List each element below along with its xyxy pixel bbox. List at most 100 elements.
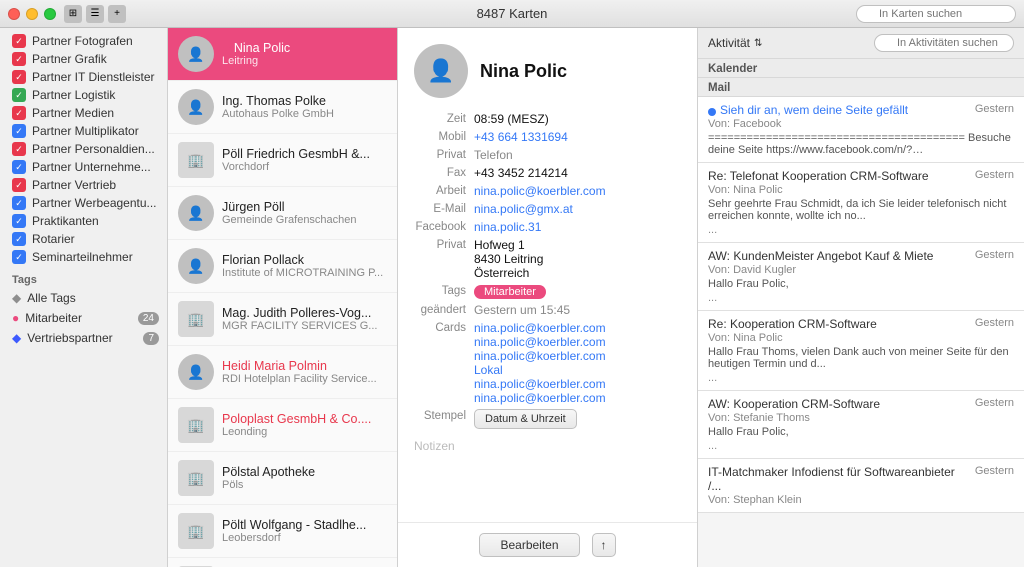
contact-item[interactable]: 🏢 Poloplast GesmbH & Co.... Leonding — [168, 399, 397, 452]
detail-row-tags: Tags Mitarbeiter — [398, 282, 697, 301]
list-icon[interactable]: ☰ — [86, 5, 104, 23]
mail-date: Gestern — [975, 103, 1014, 115]
contact-avatar: 👤 — [178, 354, 214, 390]
mail-item[interactable]: AW: KundenMeister Angebot Kauf & MieteGe… — [698, 243, 1024, 311]
card-link[interactable]: nina.polic@koerbler.com — [474, 391, 681, 405]
share-button[interactable]: ↑ — [592, 533, 616, 557]
card-link[interactable]: nina.polic@koerbler.com — [474, 349, 681, 363]
sidebar-item[interactable]: ✓ Partner Personaldien... — [0, 140, 167, 158]
card-link[interactable]: nina.polic@koerbler.com — [474, 321, 681, 335]
contact-subtitle: Leobersdorf — [222, 532, 387, 544]
tag-item[interactable]: ◆ Alle Tags — [0, 288, 167, 308]
mail-subject: AW: KundenMeister Angebot Kauf & Miete — [708, 249, 971, 263]
contact-item[interactable]: 🏢 Pöltl Wolfgang - Stadlhe... Leobersdor… — [168, 505, 397, 558]
activity-section-header: Mail — [698, 78, 1024, 97]
detail-row-stempel: Stempel Datum & Uhrzeit — [398, 407, 697, 431]
contact-list: 👤 ★Nina Polic Leitring 👤 Ing. Thomas Pol… — [168, 28, 398, 567]
contact-name: Pölstal Apotheke — [222, 465, 387, 479]
close-button[interactable] — [8, 8, 20, 20]
sort-icon[interactable]: ⇅ — [754, 38, 762, 49]
contact-item[interactable]: 👤 Heidi Maria Polmin RDI Hotelplan Facil… — [168, 346, 397, 399]
sidebar-item[interactable]: ✓ Partner IT Dienstleister — [0, 68, 167, 86]
maximize-button[interactable] — [44, 8, 56, 20]
tag-item[interactable]: ● Mitarbeiter 24 — [0, 308, 167, 328]
contact-item[interactable]: 🏢 Polytec Elastoform Gmb... Marchtrenk — [168, 558, 397, 567]
sidebar-item[interactable]: ✓ Partner Medien — [0, 104, 167, 122]
mail-date: Gestern — [975, 397, 1014, 409]
card-link[interactable]: nina.polic@koerbler.com — [474, 335, 681, 349]
card-link[interactable]: nina.polic@koerbler.com — [474, 377, 681, 391]
contact-item[interactable]: 🏢 Pöll Friedrich GesmbH &... Vorchdorf — [168, 134, 397, 187]
sidebar-item[interactable]: ✓ Partner Multiplikator — [0, 122, 167, 140]
mail-item[interactable]: Re: Telefonat Kooperation CRM-SoftwareGe… — [698, 163, 1024, 243]
checkbox-icon: ✓ — [12, 124, 26, 138]
unread-dot — [708, 108, 716, 116]
mail-preview: Hallo Frau Thoms, vielen Dank auch von m… — [708, 346, 1014, 370]
contact-item[interactable]: 🏢 Pölstal Apotheke Pöls — [168, 452, 397, 505]
contact-item[interactable]: 🏢 Mag. Judith Polleres-Vog... MGR FACILI… — [168, 293, 397, 346]
sidebar-item[interactable]: ✓ Partner Grafik — [0, 50, 167, 68]
mobil-value[interactable]: +43 664 1331694 — [474, 130, 681, 144]
mail-item[interactable]: AW: Kooperation CRM-SoftwareGesternVon: … — [698, 391, 1024, 459]
mail-subject: Re: Kooperation CRM-Software — [708, 317, 971, 331]
mail-preview: Sehr geehrte Frau Schmidt, da ich Sie le… — [708, 198, 1014, 222]
stamp-button[interactable]: Datum & Uhrzeit — [474, 409, 577, 429]
mail-item[interactable]: Re: Kooperation CRM-SoftwareGesternVon: … — [698, 311, 1024, 391]
activity-search-input[interactable] — [874, 34, 1014, 52]
mail-dots: ... — [708, 292, 1014, 304]
sidebar-item[interactable]: ✓ Partner Fotografen — [0, 32, 167, 50]
check-mark: ✓ — [15, 90, 23, 101]
mail-dots: ... — [708, 224, 1014, 236]
check-mark: ✓ — [15, 216, 23, 227]
contact-info: ★Nina Polic Leitring — [222, 41, 387, 67]
sidebar-item-label: Rotarier — [32, 232, 75, 246]
mail-item[interactable]: IT-Matchmaker Infodienst für Softwareanb… — [698, 459, 1024, 513]
contact-item[interactable]: 👤 Florian Pollack Institute of MICROTRAI… — [168, 240, 397, 293]
sidebar-item[interactable]: ✓ Praktikanten — [0, 212, 167, 230]
mail-from: Von: Stephan Klein — [708, 494, 1014, 506]
mail-from: Von: David Kugler — [708, 264, 1014, 276]
checkbox-icon: ✓ — [12, 52, 26, 66]
check-mark: ✓ — [15, 54, 23, 65]
edit-button[interactable]: Bearbeiten — [479, 533, 579, 557]
detail-header: 👤 Nina Polic — [398, 28, 697, 106]
notizen-label: Notizen — [398, 435, 697, 457]
mitarbeiter-tag[interactable]: Mitarbeiter — [474, 285, 546, 299]
zeit-label: Zeit — [414, 112, 466, 126]
checkbox-icon: ✓ — [12, 232, 26, 246]
arbeit-value[interactable]: nina.polic@koerbler.com — [474, 184, 681, 198]
checkbox-icon: ✓ — [12, 34, 26, 48]
contact-item[interactable]: 👤 ★Nina Polic Leitring — [168, 28, 397, 81]
tag-count: 7 — [143, 332, 159, 345]
tag-item[interactable]: ◆ Vertriebspartner 7 — [0, 328, 167, 348]
sidebar: ✓ Partner Fotografen ✓ Partner Grafik ✓ … — [0, 28, 168, 567]
mail-subject: Sieh dir an, wem deine Seite gefällt — [708, 103, 971, 117]
sidebar-item[interactable]: ✓ Partner Logistik — [0, 86, 167, 104]
email-label: E-Mail — [414, 202, 466, 216]
contact-item[interactable]: 👤 Jürgen Pöll Gemeinde Grafenschachen — [168, 187, 397, 240]
detail-footer: Bearbeiten ↑ — [398, 522, 697, 567]
sidebar-item[interactable]: ✓ Partner Vertrieb — [0, 176, 167, 194]
mail-item-header: AW: Kooperation CRM-SoftwareGestern — [708, 397, 1014, 411]
sidebar-item[interactable]: ✓ Partner Unternehme... — [0, 158, 167, 176]
mail-item-header: IT-Matchmaker Infodienst für Softwareanb… — [708, 465, 1014, 493]
star-icon: ★ — [222, 43, 232, 55]
title-search-container: 🔍 — [856, 5, 1016, 23]
sidebar-item[interactable]: ✓ Rotarier — [0, 230, 167, 248]
facebook-value[interactable]: nina.polic.31 — [474, 220, 681, 234]
contact-avatar: 👤 — [178, 195, 214, 231]
sidebar-item[interactable]: ✓ Partner Werbeagentu... — [0, 194, 167, 212]
contact-name: Heidi Maria Polmin — [222, 359, 387, 373]
contact-info: Florian Pollack Institute of MICROTRAINI… — [222, 253, 387, 279]
sidebar-item[interactable]: ✓ Seminarteilnehmer — [0, 248, 167, 266]
minimize-button[interactable] — [26, 8, 38, 20]
activity-header: Aktivität ⇅ 🔍 — [698, 28, 1024, 59]
mail-item[interactable]: Sieh dir an, wem deine Seite gefällt Gest… — [698, 97, 1024, 163]
grid-icon[interactable]: ⊞ — [64, 5, 82, 23]
email-value[interactable]: nina.polic@gmx.at — [474, 202, 681, 216]
detail-row-cards: Cards nina.polic@koerbler.comnina.polic@… — [398, 319, 697, 407]
add-icon[interactable]: + — [108, 5, 126, 23]
contact-avatar: 👤 — [178, 89, 214, 125]
contact-item[interactable]: 👤 Ing. Thomas Polke Autohaus Polke GmbH — [168, 81, 397, 134]
main-search-input[interactable] — [856, 5, 1016, 23]
